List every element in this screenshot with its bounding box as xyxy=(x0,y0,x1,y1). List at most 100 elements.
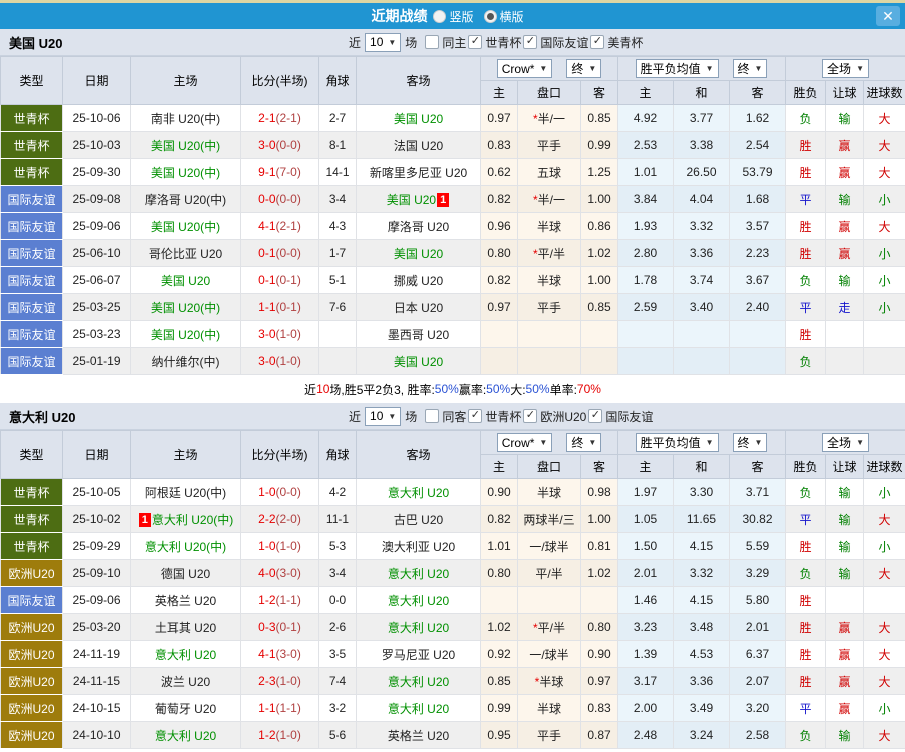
avg-away-odds: 5.80 xyxy=(728,586,787,614)
handicap-cell: 半球 xyxy=(517,478,581,506)
league-checkbox-0[interactable]: ✓ xyxy=(468,409,483,423)
handicap-result-cell: 赢 xyxy=(825,158,865,186)
avg-away-odds xyxy=(728,320,787,348)
match-date: 25-10-03 xyxy=(62,131,131,159)
home-team: 德国 U20 xyxy=(160,566,211,581)
home-team: 意大利 U20(中) xyxy=(144,539,227,554)
half-time-score: (2-1) xyxy=(275,219,301,233)
handicap-result-cell: 赢 xyxy=(825,212,865,240)
table-row: 世青杯 25-10-06 南非 U20(中) 2-1(2-1) 2-7 美国 U20 0.9… xyxy=(0,104,905,132)
avg-home-odds: 2.01 xyxy=(617,559,674,587)
away-team-cell: 罗马尼亚 U20 xyxy=(356,640,481,668)
chevron-down-icon: ▼ xyxy=(705,438,714,447)
avg-odds-select[interactable]: 胜平负均值 ▼ xyxy=(635,433,719,452)
goals-result-cell: 大 xyxy=(863,721,905,749)
corner-count: 3-4 xyxy=(318,185,357,213)
result-cell: 负 xyxy=(785,266,827,294)
away-team-cell: 美国 U20 1 xyxy=(356,185,481,213)
avg-home-odds: 1.46 xyxy=(617,586,674,614)
league-type-badge: 世青杯 xyxy=(0,505,63,533)
match-count-select[interactable]: 10 ▼ xyxy=(365,406,402,426)
chevron-down-icon: ▼ xyxy=(705,64,714,73)
table-row: 欧洲U20 24-10-10 意大利 U20 1-2(1-0) 5-6 英格兰 U20 0.… xyxy=(0,721,905,749)
match-count-select[interactable]: 10 ▼ xyxy=(365,32,402,52)
avg-away-odds: 2.01 xyxy=(728,613,787,641)
sub-column-header-5: 客 xyxy=(728,454,787,479)
league-type-badge: 欧洲U20 xyxy=(0,667,63,695)
same-venue-checkbox[interactable] xyxy=(425,35,440,49)
away-team: 英格兰 U20 xyxy=(387,728,450,743)
away-team: 意大利 U20 xyxy=(387,701,450,716)
odds-provider-select[interactable]: Crow* ▼ xyxy=(496,433,553,452)
away-odds: 1.00 xyxy=(580,505,618,533)
handicap-line: 半球 xyxy=(536,485,561,500)
avg-home-odds: 3.17 xyxy=(617,667,674,695)
avg-final-select[interactable]: 终 ▼ xyxy=(732,433,768,452)
away-odds: 1.02 xyxy=(580,239,618,267)
avg-draw-odds: 4.04 xyxy=(673,185,730,213)
home-team: 南非 U20(中) xyxy=(150,111,221,126)
home-team: 土耳其 U20 xyxy=(154,620,217,635)
away-odds: 0.83 xyxy=(580,694,618,722)
away-team-cell: 意大利 U20 xyxy=(356,559,481,587)
league-checkbox-0[interactable]: ✓ xyxy=(468,35,483,49)
goals-result-cell: 大 xyxy=(863,104,905,132)
home-odds: 0.95 xyxy=(480,721,518,749)
half-time-score: (3-0) xyxy=(275,566,301,580)
handicap-line: 平/半 xyxy=(537,246,565,261)
chevron-down-icon: ▼ xyxy=(539,64,548,73)
avg-home-odds: 2.00 xyxy=(617,694,674,722)
match-date: 25-09-06 xyxy=(62,212,131,240)
radio-horizontal-layout[interactable]: 横版 xyxy=(483,8,524,25)
result-cell: 胜 xyxy=(785,158,827,186)
avg-final-select-label: 终 xyxy=(737,436,750,450)
odds-final-select[interactable]: 终 ▼ xyxy=(566,59,602,78)
home-team-cell: 美国 U20(中) xyxy=(130,158,241,186)
away-team: 美国 U20 xyxy=(386,192,437,207)
dialog-titlebar: 近期战绩 竖版 横版 ✕ xyxy=(0,3,905,29)
avg-odds-select[interactable]: 胜平负均值 ▼ xyxy=(635,59,719,78)
score-cell: 1-2(1-0) xyxy=(240,721,319,749)
handicap-result-cell: 输 xyxy=(825,532,865,560)
home-team-cell: 意大利 U20 xyxy=(130,640,241,668)
scope-select[interactable]: 全场 ▼ xyxy=(822,433,869,452)
avg-final-select[interactable]: 终 ▼ xyxy=(732,59,768,78)
league-checkbox-2[interactable]: ✓ xyxy=(588,409,603,423)
radio-vertical-layout[interactable]: 竖版 xyxy=(433,8,474,25)
match-date: 25-06-07 xyxy=(62,266,131,294)
handicap-result-cell: 输 xyxy=(825,478,865,506)
match-date: 25-03-25 xyxy=(62,293,131,321)
league-label-2: 美青杯 xyxy=(607,35,644,50)
result-cell: 胜 xyxy=(785,320,827,348)
results-table: 类型 日期 主场 比分(半场) 角球 客场 Crow* ▼ 终 ▼ 胜平负均值 ▼ 终 ▼ 全场 ▼ 主盘口客主… xyxy=(0,56,905,375)
away-odds xyxy=(580,320,618,348)
odds-provider-select[interactable]: Crow* ▼ xyxy=(496,59,553,78)
avg-draw-odds: 3.40 xyxy=(673,293,730,321)
radio-vertical-icon[interactable] xyxy=(433,9,447,23)
odds-final-select[interactable]: 终 ▼ xyxy=(566,433,602,452)
league-checkbox-1[interactable]: ✓ xyxy=(523,35,538,49)
league-checkbox-1[interactable]: ✓ xyxy=(523,409,538,423)
avg-draw-odds: 3.36 xyxy=(673,667,730,695)
radio-horizontal-icon[interactable] xyxy=(483,9,497,23)
score-cell: 2-2(2-0) xyxy=(240,505,319,533)
same-venue-checkbox[interactable] xyxy=(425,409,440,423)
summary-part-2: 场,胜5平2负3, 胜率: xyxy=(329,382,435,397)
close-icon[interactable]: ✕ xyxy=(876,6,900,26)
scope-select[interactable]: 全场 ▼ xyxy=(822,59,869,78)
table-row: 国际友谊 25-01-19 纳什维尔(中) 3-0(1-0) 美国 U20 负 xyxy=(0,347,905,375)
home-odds: 0.97 xyxy=(480,104,518,132)
team-filter-row: 意大利 U20 近 10 ▼ 场同客 ✓ 世青杯 ✓ 欧洲U20 ✓ 国际友谊 xyxy=(0,403,905,430)
avg-away-odds: 1.62 xyxy=(728,104,787,132)
home-odds: 0.92 xyxy=(480,640,518,668)
half-time-score: (0-0) xyxy=(275,485,301,499)
half-time-score: (3-0) xyxy=(275,647,301,661)
full-time-score: 0-1 xyxy=(258,246,276,260)
avg-away-odds: 2.23 xyxy=(728,239,787,267)
league-checkbox-2[interactable]: ✓ xyxy=(590,35,605,49)
handicap-cell: 半球 xyxy=(517,266,581,294)
summary-part-5: 50% xyxy=(486,382,511,396)
league-type-badge: 世青杯 xyxy=(0,131,63,159)
half-time-score: (2-0) xyxy=(275,512,301,526)
result-cell: 胜 xyxy=(785,667,827,695)
